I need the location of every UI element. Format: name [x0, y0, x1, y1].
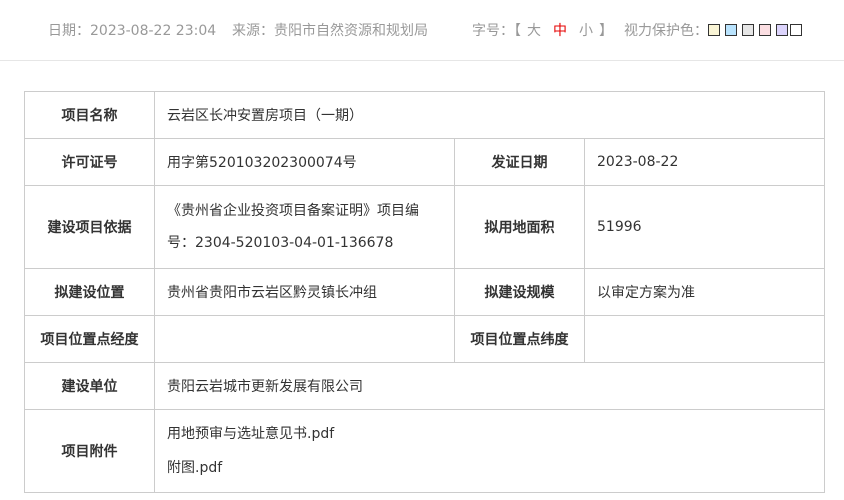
attachments-cell: 用地预审与选址意见书.pdf 附图.pdf [153, 409, 826, 493]
unit-value: 贵阳云岩城市更新发展有限公司 [153, 362, 826, 410]
eye-care-label: 视力保护色： [624, 23, 708, 39]
basis-value: 《贵州省企业投资项目备案证明》项目编号：2304-520103-04-01-13… [154, 185, 455, 269]
project-info-table: 项目名称 云岩区长冲安置房项目（一期） 许可证号 用字第520103202300… [24, 91, 826, 493]
bracket-open: 【 [514, 23, 521, 39]
land-area-label: 拟用地面积 [454, 185, 585, 269]
table-row: 拟建设位置 贵州省贵阳市云岩区黔灵镇长冲组 拟建设规模 以审定方案为准 [24, 268, 826, 316]
location-label: 拟建设位置 [24, 268, 155, 316]
publish-date: 日期：2023-08-22 23:04 [48, 22, 216, 40]
bracket-close: 】 [599, 23, 613, 39]
table-row: 建设单位 贵阳云岩城市更新发展有限公司 [24, 362, 826, 410]
source-label: 来源： [232, 23, 274, 39]
attachments-label: 项目附件 [24, 409, 155, 493]
font-size-label: 字号： [472, 23, 514, 39]
attachment-link-figure[interactable]: 附图.pdf [167, 451, 812, 485]
unit-label: 建设单位 [24, 362, 155, 410]
eye-care-color-3[interactable] [742, 24, 754, 36]
date-label: 日期： [48, 23, 90, 39]
project-name-label: 项目名称 [24, 91, 155, 139]
issue-date-label: 发证日期 [454, 138, 585, 186]
scale-value: 以审定方案为准 [583, 268, 826, 316]
table-row: 许可证号 用字第520103202300074号 发证日期 2023-08-22 [24, 138, 826, 186]
table-row: 建设项目依据 《贵州省企业投资项目备案证明》项目编号：2304-520103-0… [24, 185, 826, 269]
land-area-value: 51996 [583, 185, 826, 269]
table-row: 项目位置点经度 项目位置点纬度 [24, 315, 826, 363]
eye-care-color-5[interactable] [776, 24, 788, 36]
source-value: 贵阳市自然资源和规划局 [274, 23, 428, 39]
scale-label: 拟建设规模 [454, 268, 585, 316]
table-row: 项目名称 云岩区长冲安置房项目（一期） [24, 91, 826, 139]
font-size-small-button[interactable]: 小 [579, 23, 593, 39]
table-row: 项目附件 用地预审与选址意见书.pdf 附图.pdf [24, 409, 826, 493]
latitude-label: 项目位置点纬度 [454, 315, 585, 363]
eye-care-color-4[interactable] [759, 24, 771, 36]
date-value: 2023-08-22 23:04 [90, 23, 217, 39]
eye-care-color-6[interactable] [790, 24, 802, 36]
project-name-value: 云岩区长冲安置房项目（一期） [153, 91, 826, 139]
basis-label: 建设项目依据 [24, 185, 155, 269]
latitude-value [583, 315, 826, 363]
permit-no-value: 用字第520103202300074号 [154, 138, 455, 186]
eye-care-color-2[interactable] [725, 24, 737, 36]
permit-no-label: 许可证号 [24, 138, 155, 186]
attachment-link-preliminary-review[interactable]: 用地预审与选址意见书.pdf [167, 417, 812, 451]
longitude-value [154, 315, 455, 363]
location-value: 贵州省贵阳市云岩区黔灵镇长冲组 [154, 268, 455, 316]
font-size-large-button[interactable]: 大 [527, 23, 541, 39]
eye-care-color-1[interactable] [708, 24, 720, 36]
longitude-label: 项目位置点经度 [24, 315, 155, 363]
font-size-medium-button[interactable]: 中 [553, 23, 567, 39]
issue-date-value: 2023-08-22 [583, 138, 826, 186]
font-size-control: 字号：【大中小】 [472, 22, 613, 40]
article-meta-bar: 日期：2023-08-22 23:04 来源：贵阳市自然资源和规划局 字号：【大… [0, 0, 844, 61]
source: 来源：贵阳市自然资源和规划局 [232, 22, 428, 40]
